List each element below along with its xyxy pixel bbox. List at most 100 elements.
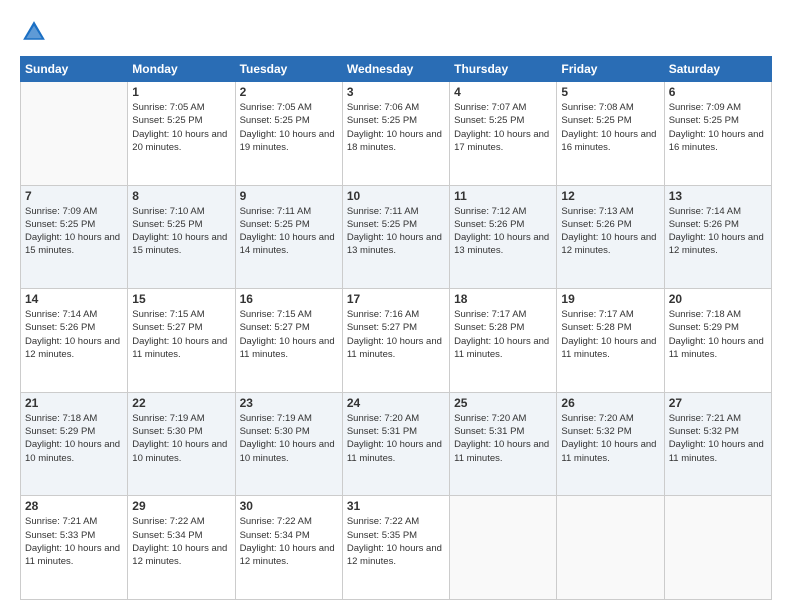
calendar-cell: 21 Sunrise: 7:18 AMSunset: 5:29 PMDayligh…	[21, 392, 128, 496]
day-info: Sunrise: 7:14 AMSunset: 5:26 PMDaylight:…	[25, 308, 123, 361]
day-number: 13	[669, 189, 767, 203]
day-info: Sunrise: 7:22 AMSunset: 5:34 PMDaylight:…	[240, 515, 338, 568]
logo-icon	[20, 18, 48, 46]
calendar-week-row: 28Sunrise: 7:21 AMSunset: 5:33 PMDayligh…	[21, 496, 772, 600]
calendar-cell: 24 Sunrise: 7:20 AMSunset: 5:31 PMDayligh…	[342, 392, 449, 496]
day-number: 4	[454, 85, 552, 99]
day-number: 8	[132, 189, 230, 203]
day-info: Sunrise: 7:05 AMSunset: 5:25 PMDaylight:…	[240, 101, 338, 154]
day-number: 15	[132, 292, 230, 306]
day-info: Sunrise: 7:22 AMSunset: 5:34 PMDaylight:…	[132, 515, 230, 568]
day-number: 1	[132, 85, 230, 99]
day-number: 31	[347, 499, 445, 513]
day-number: 27	[669, 396, 767, 410]
day-number: 28	[25, 499, 123, 513]
day-info: Sunrise: 7:08 AMSunset: 5:25 PMDaylight:…	[561, 101, 659, 154]
calendar-table: SundayMondayTuesdayWednesdayThursdayFrid…	[20, 56, 772, 600]
day-info: Sunrise: 7:18 AMSunset: 5:29 PMDaylight:…	[669, 308, 767, 361]
day-number: 21	[25, 396, 123, 410]
day-number: 17	[347, 292, 445, 306]
day-number: 29	[132, 499, 230, 513]
day-number: 10	[347, 189, 445, 203]
calendar-cell: 9 Sunrise: 7:11 AMSunset: 5:25 PMDaylight…	[235, 185, 342, 289]
day-number: 3	[347, 85, 445, 99]
day-info: Sunrise: 7:09 AMSunset: 5:25 PMDaylight:…	[25, 205, 123, 258]
calendar-cell: 6 Sunrise: 7:09 AMSunset: 5:25 PMDaylight…	[664, 82, 771, 186]
day-info: Sunrise: 7:12 AMSunset: 5:26 PMDaylight:…	[454, 205, 552, 258]
day-info: Sunrise: 7:05 AMSunset: 5:25 PMDaylight:…	[132, 101, 230, 154]
day-number: 23	[240, 396, 338, 410]
day-number: 6	[669, 85, 767, 99]
calendar-cell	[557, 496, 664, 600]
day-info: Sunrise: 7:20 AMSunset: 5:31 PMDaylight:…	[454, 412, 552, 465]
day-number: 30	[240, 499, 338, 513]
calendar-cell: 10 Sunrise: 7:11 AMSunset: 5:25 PMDayligh…	[342, 185, 449, 289]
calendar-week-row: 1 Sunrise: 7:05 AMSunset: 5:25 PMDaylight…	[21, 82, 772, 186]
day-number: 14	[25, 292, 123, 306]
day-info: Sunrise: 7:20 AMSunset: 5:31 PMDaylight:…	[347, 412, 445, 465]
day-info: Sunrise: 7:17 AMSunset: 5:28 PMDaylight:…	[561, 308, 659, 361]
day-number: 25	[454, 396, 552, 410]
day-info: Sunrise: 7:09 AMSunset: 5:25 PMDaylight:…	[669, 101, 767, 154]
calendar-cell: 12 Sunrise: 7:13 AMSunset: 5:26 PMDayligh…	[557, 185, 664, 289]
calendar-cell: 31 Sunrise: 7:22 AMSunset: 5:35 PMDayligh…	[342, 496, 449, 600]
calendar-cell: 13 Sunrise: 7:14 AMSunset: 5:26 PMDayligh…	[664, 185, 771, 289]
day-info: Sunrise: 7:16 AMSunset: 5:27 PMDaylight:…	[347, 308, 445, 361]
calendar-cell: 15 Sunrise: 7:15 AMSunset: 5:27 PMDayligh…	[128, 289, 235, 393]
calendar-week-row: 14 Sunrise: 7:14 AMSunset: 5:26 PMDayligh…	[21, 289, 772, 393]
calendar-cell: 18 Sunrise: 7:17 AMSunset: 5:28 PMDayligh…	[450, 289, 557, 393]
calendar-cell	[21, 82, 128, 186]
day-number: 11	[454, 189, 552, 203]
day-number: 12	[561, 189, 659, 203]
calendar-cell: 7 Sunrise: 7:09 AMSunset: 5:25 PMDaylight…	[21, 185, 128, 289]
calendar-cell	[664, 496, 771, 600]
day-info: Sunrise: 7:22 AMSunset: 5:35 PMDaylight:…	[347, 515, 445, 568]
day-info: Sunrise: 7:06 AMSunset: 5:25 PMDaylight:…	[347, 101, 445, 154]
calendar-cell: 30 Sunrise: 7:22 AMSunset: 5:34 PMDayligh…	[235, 496, 342, 600]
day-number: 18	[454, 292, 552, 306]
day-info: Sunrise: 7:15 AMSunset: 5:27 PMDaylight:…	[132, 308, 230, 361]
day-info: Sunrise: 7:18 AMSunset: 5:29 PMDaylight:…	[25, 412, 123, 465]
calendar-cell: 8 Sunrise: 7:10 AMSunset: 5:25 PMDaylight…	[128, 185, 235, 289]
day-number: 2	[240, 85, 338, 99]
calendar-cell: 2 Sunrise: 7:05 AMSunset: 5:25 PMDaylight…	[235, 82, 342, 186]
day-number: 26	[561, 396, 659, 410]
calendar-cell: 17 Sunrise: 7:16 AMSunset: 5:27 PMDayligh…	[342, 289, 449, 393]
calendar-cell: 20 Sunrise: 7:18 AMSunset: 5:29 PMDayligh…	[664, 289, 771, 393]
logo	[20, 18, 52, 46]
day-info: Sunrise: 7:14 AMSunset: 5:26 PMDaylight:…	[669, 205, 767, 258]
weekday-header: Friday	[557, 57, 664, 82]
day-number: 24	[347, 396, 445, 410]
day-number: 9	[240, 189, 338, 203]
calendar-cell: 16Sunrise: 7:15 AMSunset: 5:27 PMDayligh…	[235, 289, 342, 393]
weekday-header: Thursday	[450, 57, 557, 82]
day-info: Sunrise: 7:11 AMSunset: 5:25 PMDaylight:…	[347, 205, 445, 258]
calendar-cell: 14 Sunrise: 7:14 AMSunset: 5:26 PMDayligh…	[21, 289, 128, 393]
day-number: 7	[25, 189, 123, 203]
calendar-cell: 3 Sunrise: 7:06 AMSunset: 5:25 PMDaylight…	[342, 82, 449, 186]
calendar-cell	[450, 496, 557, 600]
weekday-header: Sunday	[21, 57, 128, 82]
day-info: Sunrise: 7:11 AMSunset: 5:25 PMDaylight:…	[240, 205, 338, 258]
page: SundayMondayTuesdayWednesdayThursdayFrid…	[0, 0, 792, 612]
weekday-header: Saturday	[664, 57, 771, 82]
weekday-header: Monday	[128, 57, 235, 82]
day-number: 20	[669, 292, 767, 306]
calendar-cell: 22 Sunrise: 7:19 AMSunset: 5:30 PMDayligh…	[128, 392, 235, 496]
day-number: 16	[240, 292, 338, 306]
day-number: 19	[561, 292, 659, 306]
day-info: Sunrise: 7:10 AMSunset: 5:25 PMDaylight:…	[132, 205, 230, 258]
day-info: Sunrise: 7:20 AMSunset: 5:32 PMDaylight:…	[561, 412, 659, 465]
calendar-week-row: 7 Sunrise: 7:09 AMSunset: 5:25 PMDaylight…	[21, 185, 772, 289]
calendar-week-row: 21 Sunrise: 7:18 AMSunset: 5:29 PMDayligh…	[21, 392, 772, 496]
day-info: Sunrise: 7:17 AMSunset: 5:28 PMDaylight:…	[454, 308, 552, 361]
calendar-cell: 11 Sunrise: 7:12 AMSunset: 5:26 PMDayligh…	[450, 185, 557, 289]
calendar-header-row: SundayMondayTuesdayWednesdayThursdayFrid…	[21, 57, 772, 82]
day-info: Sunrise: 7:21 AMSunset: 5:32 PMDaylight:…	[669, 412, 767, 465]
calendar-cell: 25 Sunrise: 7:20 AMSunset: 5:31 PMDayligh…	[450, 392, 557, 496]
day-number: 22	[132, 396, 230, 410]
day-info: Sunrise: 7:19 AMSunset: 5:30 PMDaylight:…	[132, 412, 230, 465]
day-info: Sunrise: 7:19 AMSunset: 5:30 PMDaylight:…	[240, 412, 338, 465]
day-info: Sunrise: 7:07 AMSunset: 5:25 PMDaylight:…	[454, 101, 552, 154]
day-info: Sunrise: 7:13 AMSunset: 5:26 PMDaylight:…	[561, 205, 659, 258]
